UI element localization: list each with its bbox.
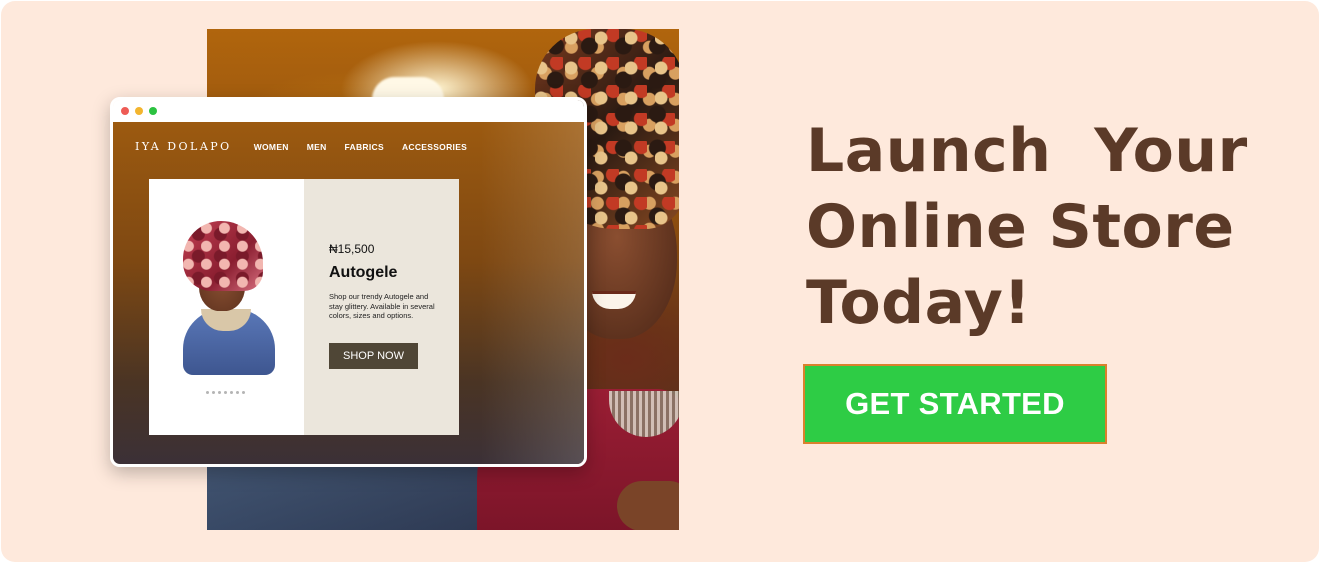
carousel-dot[interactable] bbox=[230, 391, 233, 394]
carousel-dots bbox=[206, 391, 245, 394]
carousel-dot[interactable] bbox=[242, 391, 245, 394]
promo-banner: IYA DOLAPO WOMEN MEN FABRICS ACCESSORIES bbox=[1, 1, 1319, 562]
product-card: ₦15,500 Autogele Shop our trendy Autogel… bbox=[149, 179, 459, 435]
product-image-panel bbox=[149, 179, 304, 435]
model-gele bbox=[183, 221, 263, 291]
carousel-dot[interactable] bbox=[212, 391, 215, 394]
carousel-dot[interactable] bbox=[206, 391, 209, 394]
headline: Launch Your Online Store Today! bbox=[806, 113, 1286, 341]
headline-line-1: Launch Your bbox=[806, 116, 1248, 186]
woman-hand-lower bbox=[617, 481, 679, 530]
browser-titlebar bbox=[113, 100, 584, 122]
window-close-dot-icon bbox=[121, 107, 129, 115]
nav-link-women[interactable]: WOMEN bbox=[254, 142, 289, 152]
headline-line-2: Online Store bbox=[806, 192, 1235, 262]
headline-line-3: Today! bbox=[806, 268, 1032, 338]
window-maximize-dot-icon bbox=[149, 107, 157, 115]
product-description: Shop our trendy Autogele and stay glitte… bbox=[329, 292, 435, 320]
product-price: ₦15,500 bbox=[329, 242, 375, 256]
product-info-panel: ₦15,500 Autogele Shop our trendy Autogel… bbox=[304, 179, 459, 435]
shop-now-button[interactable]: SHOP NOW bbox=[329, 343, 418, 369]
nav-link-fabrics[interactable]: FABRICS bbox=[345, 142, 384, 152]
carousel-dot[interactable] bbox=[218, 391, 221, 394]
product-title: Autogele bbox=[329, 264, 398, 281]
nav-link-men[interactable]: MEN bbox=[307, 142, 327, 152]
browser-mockup: IYA DOLAPO WOMEN MEN FABRICS ACCESSORIES bbox=[110, 97, 587, 467]
get-started-button[interactable]: GET STARTED bbox=[803, 364, 1107, 444]
browser-viewport: IYA DOLAPO WOMEN MEN FABRICS ACCESSORIES bbox=[113, 122, 584, 464]
carousel-dot[interactable] bbox=[236, 391, 239, 394]
nav-link-accessories[interactable]: ACCESSORIES bbox=[402, 142, 467, 152]
carousel-dot[interactable] bbox=[224, 391, 227, 394]
site-logo[interactable]: IYA DOLAPO bbox=[135, 140, 232, 153]
window-minimize-dot-icon bbox=[135, 107, 143, 115]
site-nav: IYA DOLAPO WOMEN MEN FABRICS ACCESSORIES bbox=[135, 140, 467, 153]
